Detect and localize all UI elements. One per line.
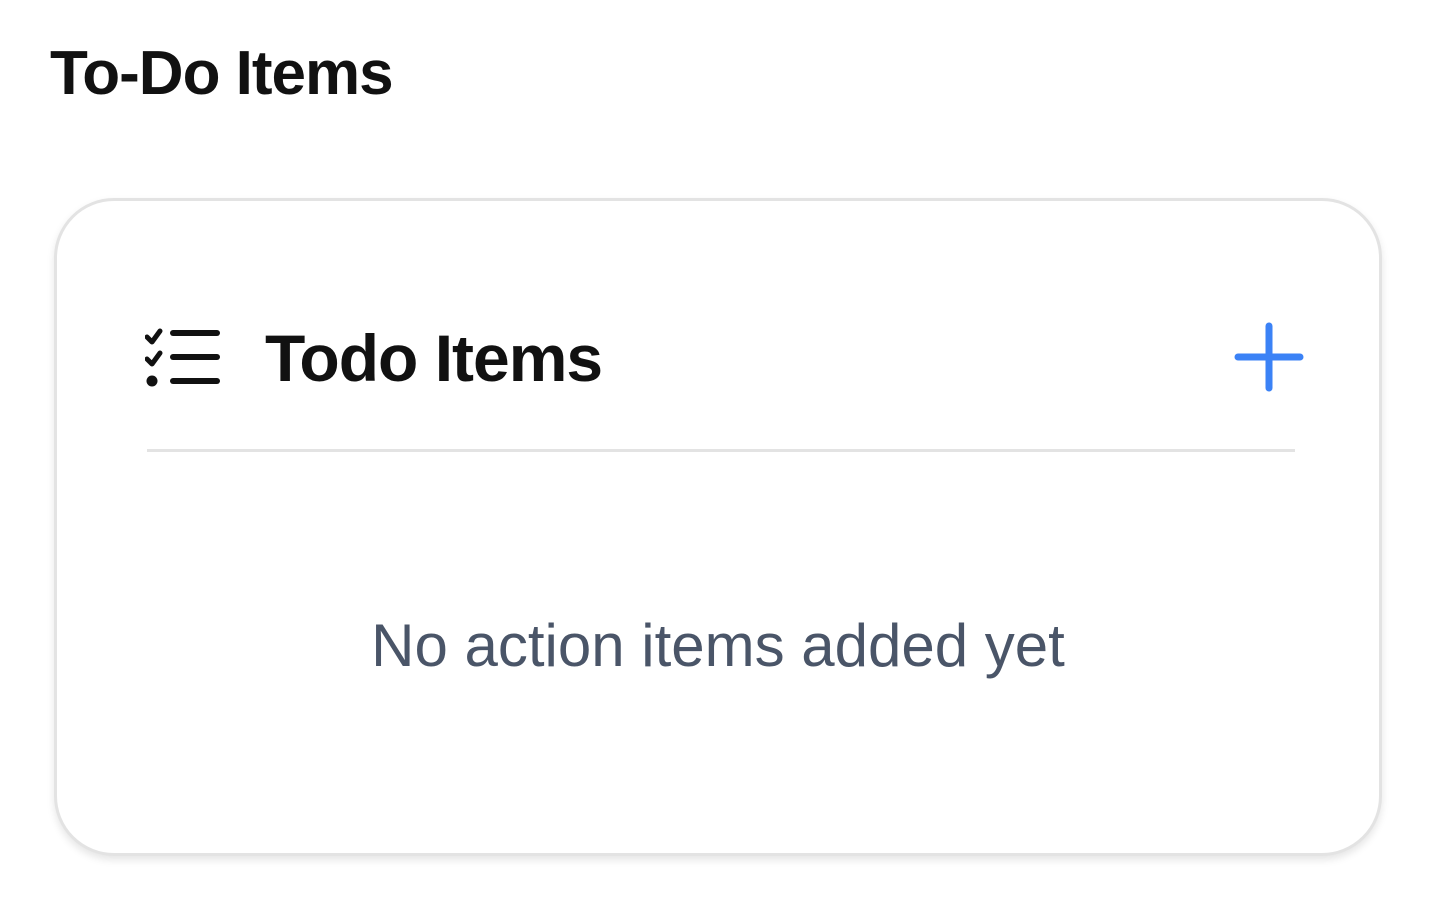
header-divider [147,449,1295,452]
plus-icon [1234,322,1304,395]
card-title: Todo Items [265,321,603,395]
card-header: Todo Items [145,313,1304,403]
todo-card: Todo Items No action items added yet [54,198,1382,856]
page-title: To-Do Items [50,39,394,108]
empty-state-message: No action items added yet [371,612,1065,679]
checklist-icon [145,327,223,389]
add-todo-button[interactable] [1229,318,1309,398]
